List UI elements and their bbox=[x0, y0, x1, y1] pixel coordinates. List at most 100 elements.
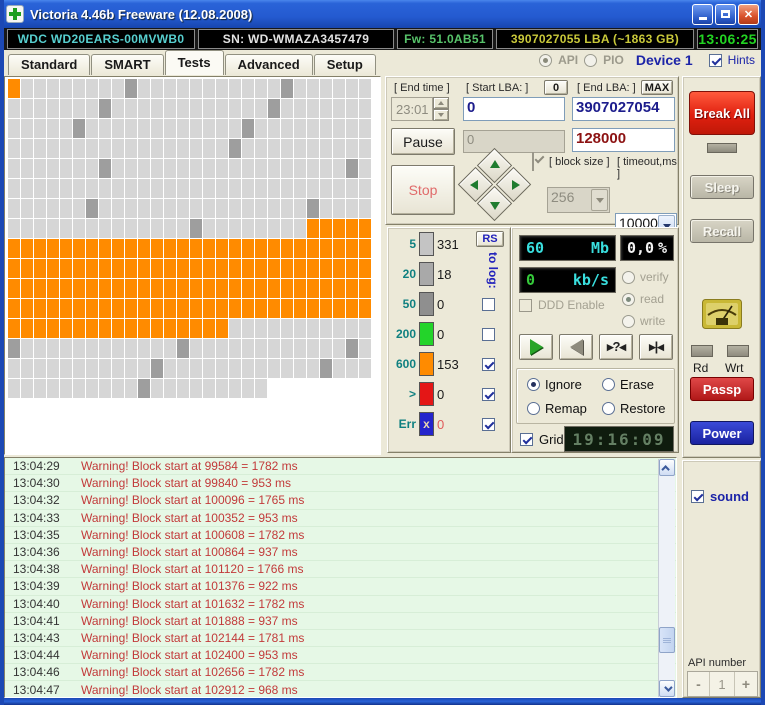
to-log-checkbox-600[interactable] bbox=[482, 358, 495, 371]
api-radio[interactable] bbox=[539, 54, 552, 67]
block-size-combo[interactable]: 256 bbox=[547, 187, 610, 213]
end-time-up-button[interactable] bbox=[433, 97, 449, 109]
to-log-checkbox-200[interactable] bbox=[482, 328, 495, 341]
end-time-down-button[interactable] bbox=[433, 109, 449, 121]
block-cell bbox=[112, 159, 124, 178]
to-log-checkbox-50[interactable] bbox=[482, 298, 495, 311]
block-cell bbox=[203, 219, 215, 238]
block-cell bbox=[99, 259, 111, 278]
block-cell bbox=[229, 119, 241, 138]
block-cell bbox=[86, 379, 98, 398]
block-cell bbox=[294, 99, 306, 118]
recall-button[interactable]: Recall bbox=[690, 219, 754, 243]
block-cell bbox=[73, 299, 85, 318]
end-lba-input[interactable]: 3907027054 bbox=[572, 97, 675, 121]
ddd-checkbox[interactable] bbox=[519, 299, 532, 312]
title-bar[interactable]: Victoria 4.46b Freeware (12.08.2008) ✕ bbox=[0, 0, 765, 28]
block-cell bbox=[151, 319, 163, 338]
block-cell bbox=[164, 259, 176, 278]
tab-setup[interactable]: Setup bbox=[314, 54, 376, 75]
histogram-bucket-label: Err bbox=[390, 417, 416, 431]
remap-radio[interactable] bbox=[527, 402, 540, 415]
block-cell bbox=[47, 159, 59, 178]
max-button[interactable]: MAX bbox=[641, 80, 673, 95]
block-cell bbox=[216, 119, 228, 138]
api-number-plus-button[interactable]: + bbox=[735, 672, 757, 696]
block-cell bbox=[307, 319, 319, 338]
loop-checkbox[interactable] bbox=[532, 152, 534, 171]
block-cell bbox=[294, 279, 306, 298]
block-cell bbox=[281, 299, 293, 318]
scroll-thumb[interactable] bbox=[659, 627, 675, 653]
sleep-button[interactable]: Sleep bbox=[690, 175, 754, 199]
block-cell bbox=[21, 239, 33, 258]
block-cell bbox=[125, 279, 137, 298]
block-cell bbox=[242, 379, 254, 398]
to-log-checkbox-err[interactable] bbox=[482, 418, 495, 431]
block-cell bbox=[216, 79, 228, 98]
back-icon bbox=[570, 339, 583, 355]
block-map-row bbox=[8, 239, 380, 259]
log-message: Warning! Block start at 100352 = 953 ms bbox=[81, 511, 298, 525]
block-cell bbox=[359, 339, 371, 358]
block-cell bbox=[138, 159, 150, 178]
block-cell bbox=[294, 319, 306, 338]
hints-checkbox[interactable] bbox=[709, 54, 722, 67]
write-radio[interactable] bbox=[622, 315, 635, 328]
block-cell bbox=[268, 339, 280, 358]
maximize-button[interactable] bbox=[715, 4, 736, 25]
log-scrollbar[interactable] bbox=[658, 459, 675, 697]
erase-radio[interactable] bbox=[602, 378, 615, 391]
log-timestamp: 13:04:41 bbox=[5, 614, 81, 628]
api-number-value: 1 bbox=[710, 672, 735, 696]
sound-checkbox[interactable] bbox=[691, 490, 704, 503]
to-log-checkbox->[interactable] bbox=[482, 388, 495, 401]
log-row: 13:04:38Warning! Block start at 101120 =… bbox=[5, 561, 676, 578]
end-time-spinner[interactable]: 23:01 bbox=[391, 97, 449, 121]
verify-radio[interactable] bbox=[622, 271, 635, 284]
tab-advanced[interactable]: Advanced bbox=[225, 54, 313, 75]
start-lba-zero-button[interactable]: 0 bbox=[544, 80, 568, 95]
jump-size-input[interactable]: 128000 bbox=[572, 128, 675, 152]
power-button[interactable]: Power bbox=[690, 421, 754, 445]
read-radio[interactable] bbox=[622, 293, 635, 306]
seek-test-button[interactable]: ▸?◂ bbox=[599, 334, 633, 360]
api-number-label: API number bbox=[688, 657, 746, 669]
block-cell bbox=[255, 199, 267, 218]
tab-standard[interactable]: Standard bbox=[8, 54, 90, 75]
break-all-button[interactable]: Break All bbox=[689, 91, 755, 135]
restore-radio[interactable] bbox=[602, 402, 615, 415]
block-cell bbox=[86, 339, 98, 358]
pause-button[interactable]: Pause bbox=[391, 128, 455, 155]
seek-stop-button[interactable]: ▸|◂ bbox=[639, 334, 673, 360]
tab-tests[interactable]: Tests bbox=[165, 50, 224, 75]
block-cell bbox=[242, 279, 254, 298]
block-cell bbox=[138, 99, 150, 118]
passp-button[interactable]: Passp bbox=[690, 377, 754, 401]
close-button[interactable]: ✕ bbox=[738, 4, 759, 25]
block-size-dropdown-icon[interactable] bbox=[591, 189, 608, 211]
scroll-down-button[interactable] bbox=[659, 680, 675, 697]
grid-checkbox[interactable] bbox=[520, 433, 533, 446]
start-test-button[interactable] bbox=[519, 334, 553, 360]
start-lba-input[interactable]: 0 bbox=[463, 97, 565, 121]
ignore-radio[interactable] bbox=[527, 378, 540, 391]
block-cell bbox=[47, 379, 59, 398]
pio-radio[interactable] bbox=[584, 54, 597, 67]
rs-button[interactable]: RS bbox=[476, 231, 504, 247]
minimize-button[interactable] bbox=[692, 4, 713, 25]
back-button[interactable] bbox=[559, 334, 593, 360]
tab-smart[interactable]: SMART bbox=[91, 54, 163, 75]
read-label: read bbox=[640, 292, 664, 306]
stop-button[interactable]: Stop bbox=[391, 165, 455, 215]
block-cell bbox=[307, 199, 319, 218]
block-cell bbox=[177, 259, 189, 278]
block-cell bbox=[333, 319, 345, 338]
block-cell bbox=[346, 159, 358, 178]
scroll-up-button[interactable] bbox=[659, 459, 675, 476]
block-cell bbox=[34, 179, 46, 198]
block-cell bbox=[164, 179, 176, 198]
api-number-minus-button[interactable]: - bbox=[688, 672, 710, 696]
block-cell bbox=[359, 259, 371, 278]
log-message: Warning! Block start at 101376 = 922 ms bbox=[81, 579, 298, 593]
